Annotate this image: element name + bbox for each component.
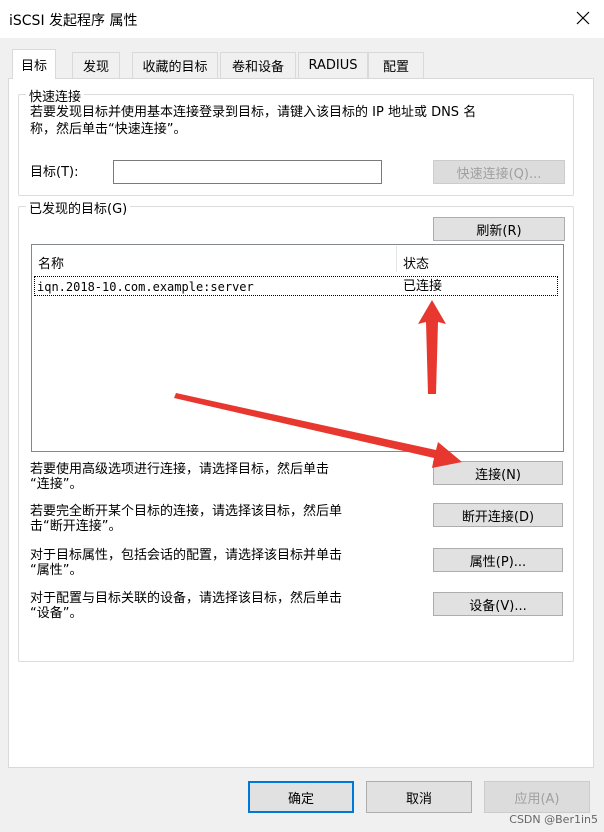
column-header-status[interactable]: 状态 (403, 253, 429, 272)
close-icon (576, 11, 590, 25)
devices-description-2: “设备”。 (30, 606, 83, 621)
tab-discovery[interactable]: 发现 (72, 52, 120, 78)
devices-button[interactable]: 设备(V)... (433, 592, 563, 616)
target-input[interactable] (113, 160, 382, 184)
target-status-cell: 已连接 (403, 279, 443, 294)
discovered-targets-legend: 已发现的目标(G) (26, 198, 131, 217)
target-name-cell: iqn.2018-10.com.example:server (37, 280, 254, 294)
properties-description-2: “属性”。 (30, 563, 83, 578)
quick-connect-button[interactable]: 快速连接(Q)... (433, 160, 565, 184)
tab-volumes-devices[interactable]: 卷和设备 (220, 52, 296, 78)
title-bar: iSCSI 发起程序 属性 (0, 0, 604, 38)
refresh-button[interactable]: 刷新(R) (433, 217, 565, 241)
cancel-button[interactable]: 取消 (366, 781, 472, 813)
quick-connect-description-1: 若要发现目标并使用基本连接登录到目标，请键入该目标的 IP 地址或 DNS 名 (30, 105, 477, 120)
properties-button[interactable]: 属性(P)... (433, 548, 563, 572)
watermark: CSDN @Ber1in5 (509, 813, 598, 826)
window-title: iSCSI 发起程序 属性 (9, 13, 138, 29)
tab-favorite-targets[interactable]: 收藏的目标 (132, 52, 218, 78)
target-label: 目标(T): (30, 165, 79, 180)
tab-radius[interactable]: RADIUS (298, 52, 368, 78)
disconnect-button[interactable]: 断开连接(D) (433, 503, 563, 527)
quick-connect-legend: 快速连接 (26, 86, 85, 105)
apply-button[interactable]: 应用(A) (484, 781, 590, 813)
disconnect-description-2: 击“断开连接”。 (30, 519, 122, 534)
quick-connect-description-2: 称，然后单击“快速连接”。 (30, 122, 187, 137)
tab-configuration[interactable]: 配置 (368, 52, 424, 78)
column-separator (396, 246, 397, 272)
column-header-name[interactable]: 名称 (38, 253, 64, 272)
close-button[interactable] (566, 2, 600, 34)
tab-targets[interactable]: 目标 (12, 49, 56, 79)
ok-button[interactable]: 确定 (248, 781, 354, 813)
connect-button[interactable]: 连接(N) (433, 461, 563, 485)
connect-description-2: “连接”。 (30, 477, 83, 492)
